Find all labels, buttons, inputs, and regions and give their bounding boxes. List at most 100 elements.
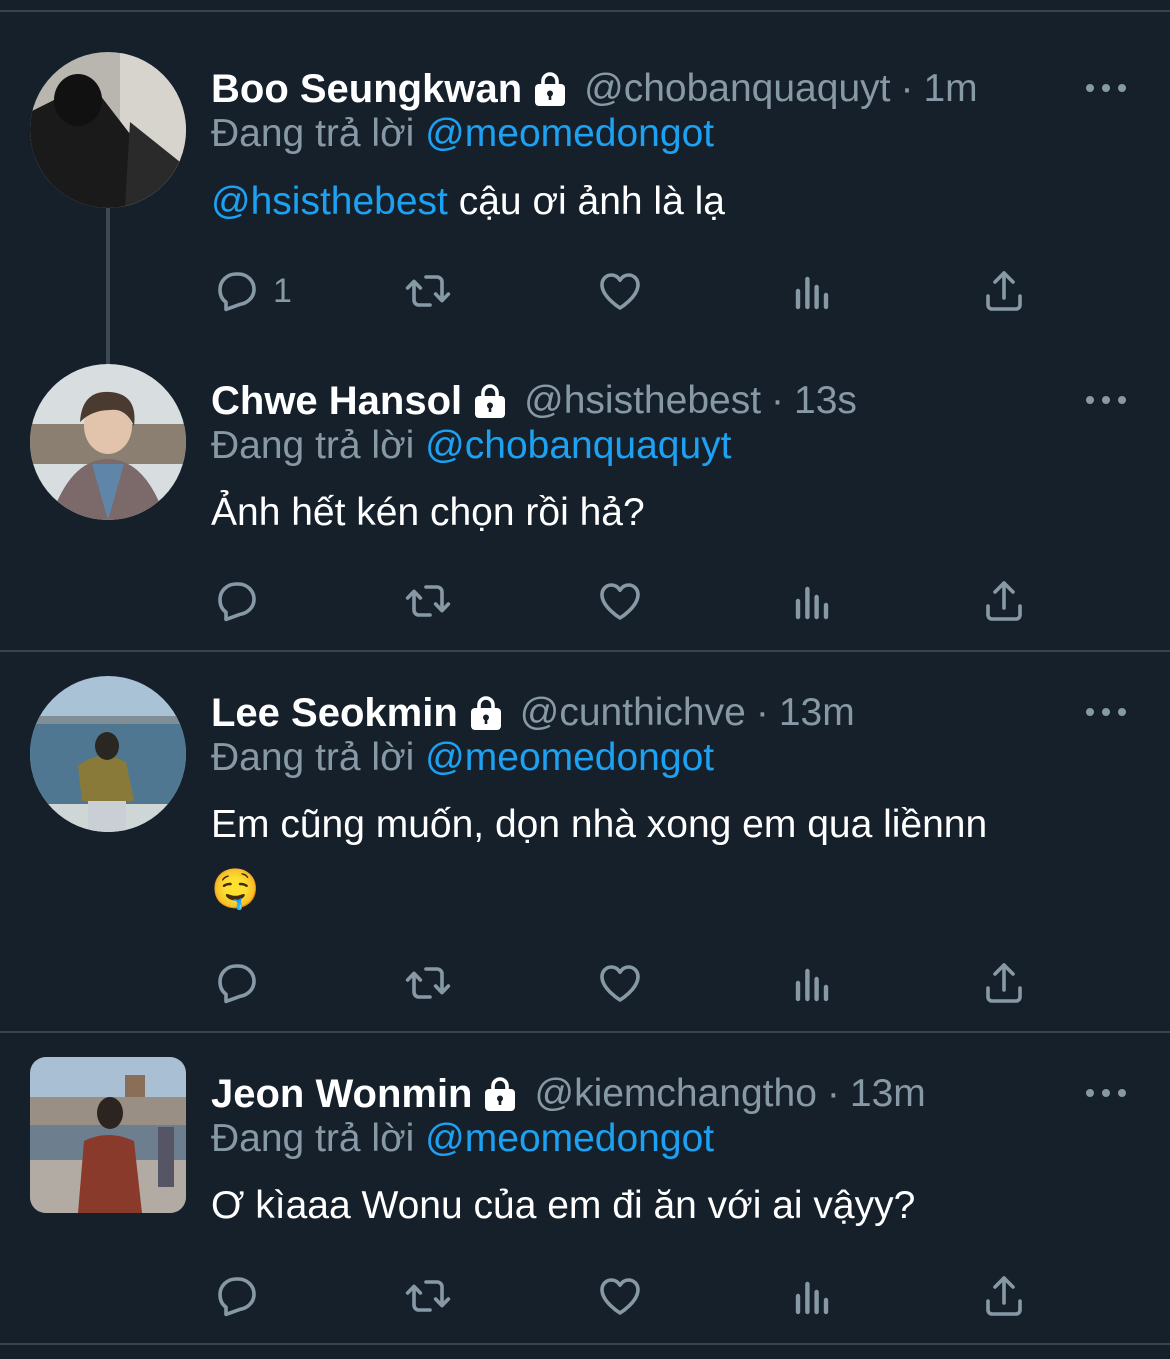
replying-prefix: Đang trả lời <box>211 424 415 467</box>
replying-to: Đang trả lời @meomedongot <box>211 1117 714 1161</box>
avatar[interactable] <box>30 52 186 208</box>
retweet-icon <box>404 959 452 1007</box>
like-button[interactable] <box>596 576 644 626</box>
replying-to: Đang trả lời @chobanquaquyt <box>211 424 732 468</box>
share-icon <box>980 577 1028 625</box>
analytics-icon <box>788 267 836 315</box>
divider <box>0 1031 1170 1033</box>
reply-button[interactable] <box>213 1271 261 1321</box>
replying-mention[interactable]: @chobanquaquyt <box>425 424 731 467</box>
tweet-text: @hsisthebest cậu ơi ảnh là lạ <box>211 170 725 234</box>
analytics-button[interactable] <box>788 266 836 316</box>
analytics-button[interactable] <box>788 958 836 1008</box>
text-mention[interactable]: @hsisthebest <box>211 180 448 223</box>
timestamp[interactable]: 1m <box>923 67 977 111</box>
like-button[interactable] <box>596 1271 644 1321</box>
tweet-header: Jeon Wonmin @kiemchangtho · 13m <box>211 1069 926 1119</box>
handle[interactable]: @cunthichve <box>520 691 746 735</box>
replying-mention[interactable]: @meomedongot <box>425 1117 714 1160</box>
more-icon[interactable] <box>1086 1085 1126 1101</box>
tweet-header: Lee Seokmin @cunthichve · 13m <box>211 688 855 738</box>
replying-prefix: Đang trả lời <box>211 112 415 155</box>
replying-to: Đang trả lời @meomedongot <box>211 112 714 156</box>
reply-icon <box>213 1272 261 1320</box>
tweet-header: Boo Seungkwan @chobanquaquyt · 1m <box>211 64 978 114</box>
heart-icon <box>596 577 644 625</box>
tweet-text: Ơ kìaaa Wonu của em đi ăn với ai vậyy? <box>211 1184 916 1227</box>
handle[interactable]: @hsisthebest <box>524 379 761 423</box>
share-button[interactable] <box>980 1271 1028 1321</box>
replying-prefix: Đang trả lời <box>211 1117 415 1160</box>
share-icon <box>980 1272 1028 1320</box>
reply-icon <box>213 577 261 625</box>
retweet-icon <box>404 267 452 315</box>
avatar[interactable] <box>30 364 186 520</box>
retweet-button[interactable] <box>404 958 452 1008</box>
reply-button[interactable]: 1 <box>213 266 292 316</box>
separator-dot: · <box>900 67 914 110</box>
share-button[interactable] <box>980 576 1028 626</box>
display-name[interactable]: Lee Seokmin <box>211 691 458 736</box>
reply-button[interactable] <box>213 576 261 626</box>
divider <box>0 1343 1170 1345</box>
heart-icon <box>596 267 644 315</box>
analytics-icon <box>788 577 836 625</box>
timestamp[interactable]: 13m <box>850 1072 926 1116</box>
divider <box>0 650 1170 652</box>
analytics-icon <box>788 1272 836 1320</box>
reply-icon <box>213 959 261 1007</box>
action-bar <box>0 958 1170 1008</box>
heart-icon <box>596 959 644 1007</box>
avatar[interactable] <box>30 676 186 832</box>
share-button[interactable] <box>980 266 1028 316</box>
display-name[interactable]: Boo Seungkwan <box>211 67 522 112</box>
share-button[interactable] <box>980 958 1028 1008</box>
more-icon[interactable] <box>1086 704 1126 720</box>
analytics-button[interactable] <box>788 576 836 626</box>
analytics-icon <box>788 959 836 1007</box>
analytics-button[interactable] <box>788 1271 836 1321</box>
tweet-emoji: 🤤 <box>211 868 260 911</box>
handle[interactable]: @kiemchangtho <box>534 1072 816 1116</box>
retweet-icon <box>404 577 452 625</box>
separator-dot: · <box>826 1072 840 1115</box>
like-button[interactable] <box>596 266 644 316</box>
retweet-button[interactable] <box>404 576 452 626</box>
lock-icon <box>530 69 570 109</box>
lock-icon <box>480 1074 520 1114</box>
replying-mention[interactable]: @meomedongot <box>425 112 714 155</box>
more-icon[interactable] <box>1086 392 1126 408</box>
timestamp[interactable]: 13s <box>794 379 857 423</box>
display-name[interactable]: Chwe Hansol <box>211 379 462 424</box>
retweet-button[interactable] <box>404 1271 452 1321</box>
replying-to: Đang trả lời @meomedongot <box>211 736 714 780</box>
tweet-header: Chwe Hansol @hsisthebest · 13s <box>211 376 857 426</box>
tweet-text: Em cũng muốn, dọn nhà xong em qua liềnnn <box>211 803 988 846</box>
reply-count: 1 <box>273 271 292 310</box>
lock-icon <box>470 381 510 421</box>
separator-dot: · <box>755 691 769 734</box>
share-icon <box>980 267 1028 315</box>
top-divider <box>0 10 1170 12</box>
heart-icon <box>596 1272 644 1320</box>
replying-prefix: Đang trả lời <box>211 736 415 779</box>
replying-mention[interactable]: @meomedongot <box>425 736 714 779</box>
tweet-text: Ảnh hết kén chọn rồi hả? <box>211 491 645 534</box>
avatar[interactable] <box>30 1057 186 1213</box>
lock-icon <box>466 693 506 733</box>
handle[interactable]: @chobanquaquyt <box>584 67 890 111</box>
reply-icon <box>213 267 261 315</box>
reply-button[interactable] <box>213 958 261 1008</box>
action-bar <box>0 576 1170 626</box>
share-icon <box>980 959 1028 1007</box>
tweet-body: cậu ơi ảnh là lạ <box>447 180 725 223</box>
display-name[interactable]: Jeon Wonmin <box>211 1072 472 1117</box>
retweet-button[interactable] <box>404 266 452 316</box>
like-button[interactable] <box>596 958 644 1008</box>
action-bar: 1 <box>0 266 1170 316</box>
more-icon[interactable] <box>1086 80 1126 96</box>
retweet-icon <box>404 1272 452 1320</box>
timestamp[interactable]: 13m <box>779 691 855 735</box>
action-bar <box>0 1271 1170 1321</box>
separator-dot: · <box>771 379 785 422</box>
